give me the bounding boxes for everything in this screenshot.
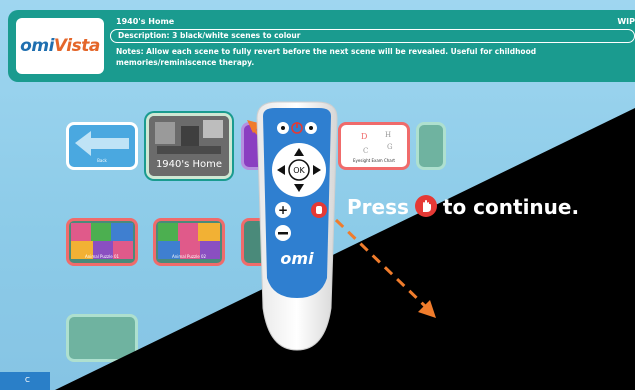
ok-label: OK [293,166,305,175]
remote-brand: omi [280,249,314,268]
svg-text:+: + [278,203,288,217]
remote-control: OK + omi [256,101,338,351]
continue-text: to continue. [442,195,580,219]
stop-hand-icon [414,195,437,217]
press-to-continue-message: Press to continue. [347,195,579,219]
press-text: Press [347,195,409,219]
